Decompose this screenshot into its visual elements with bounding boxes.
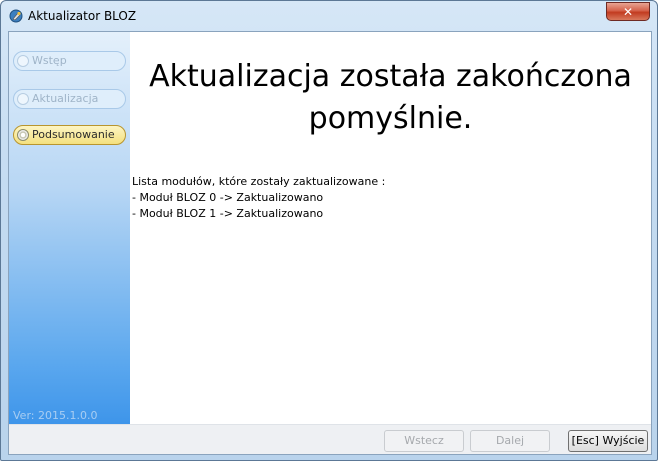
- step-radio-icon: [17, 55, 29, 67]
- page-title: Aktualizacja została zakończona pomyślni…: [149, 59, 632, 136]
- summary-panel: Aktualizacja została zakończona pomyślni…: [130, 32, 651, 424]
- step-podsumowanie: Podsumowanie: [13, 125, 126, 145]
- step-radio-icon: [17, 129, 29, 141]
- next-button[interactable]: Dalej: [470, 430, 550, 452]
- list-item: - Moduł BLOZ 1 -> Zaktualizowano: [132, 207, 324, 220]
- close-button[interactable]: ✕: [606, 2, 650, 21]
- step-wstep: Wstęp: [13, 51, 126, 71]
- app-icon: [9, 9, 23, 23]
- back-button[interactable]: Wstecz: [384, 430, 464, 452]
- list-item: - Moduł BLOZ 0 -> Zaktualizowano: [132, 191, 324, 204]
- exit-button[interactable]: [Esc] Wyjście: [568, 430, 648, 452]
- step-label: Wstęp: [32, 54, 67, 67]
- close-icon: ✕: [622, 5, 634, 19]
- version-label: Ver: 2015.1.0.0: [13, 409, 98, 422]
- client-area: Wstęp Aktualizacja Podsumowanie Ver: 201…: [8, 31, 652, 455]
- step-radio-icon: [17, 93, 29, 105]
- window-title: Aktualizator BLOZ: [28, 9, 137, 23]
- wizard-sidebar: Wstęp Aktualizacja Podsumowanie Ver: 201…: [9, 32, 130, 424]
- title-bar[interactable]: Aktualizator BLOZ ✕: [1, 1, 657, 31]
- app-window: Aktualizator BLOZ ✕ Wstęp Aktualizacja P…: [0, 0, 658, 461]
- modules-header: Lista modułów, które zostały zaktualizow…: [132, 175, 386, 188]
- step-aktualizacja: Aktualizacja: [13, 89, 126, 109]
- step-label: Podsumowanie: [32, 128, 115, 141]
- step-label: Aktualizacja: [32, 92, 99, 105]
- modules-list: Lista modułów, które zostały zaktualizow…: [132, 174, 385, 222]
- button-bar: Wstecz Dalej [Esc] Wyjście: [9, 424, 651, 454]
